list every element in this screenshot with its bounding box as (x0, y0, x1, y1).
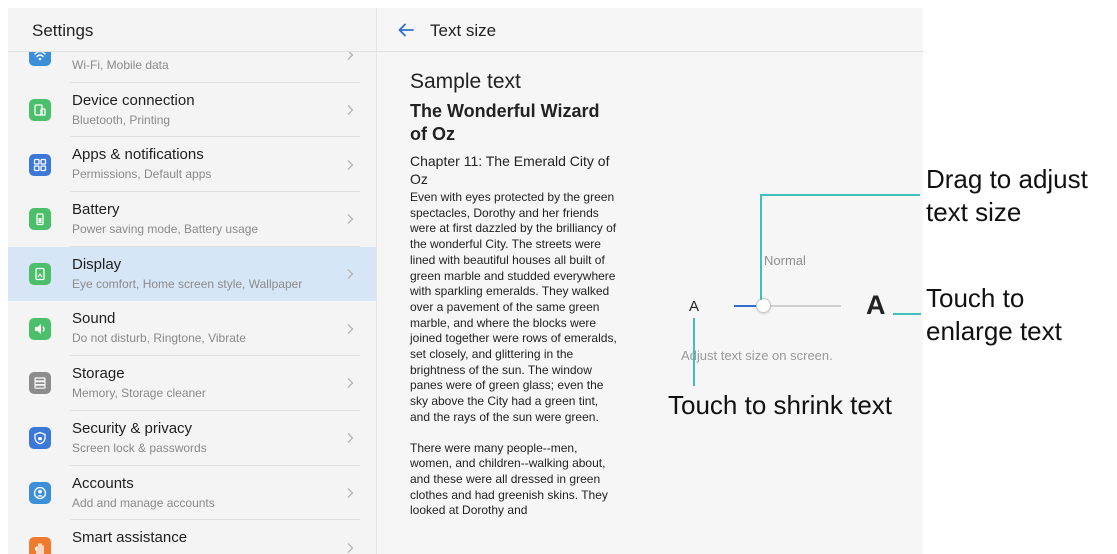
device-connection-icon (29, 99, 51, 122)
settings-item-title: Device connection (72, 91, 195, 109)
sample-heading: Sample text (410, 70, 521, 93)
page-title: Text size (430, 21, 497, 40)
settings-item[interactable]: Accounts Add and manage accounts (8, 466, 376, 521)
settings-item-title: Display (72, 255, 122, 273)
settings-item-title: Storage (72, 365, 125, 383)
text-size-header: Text size (377, 8, 924, 52)
chevron-right-icon (347, 378, 354, 389)
text-size-slider[interactable] (734, 298, 841, 313)
settings-item-subtitle: Wi-Fi, Mobile data (72, 58, 169, 72)
hand-icon (29, 536, 51, 554)
settings-item-title: Battery (72, 201, 120, 219)
drag-callout-line1: Drag to adjust (926, 164, 1088, 194)
shrink-callout-line (693, 318, 695, 386)
chevron-right-icon (347, 487, 354, 498)
settings-item-title: Smart assistance (72, 529, 188, 547)
back-arrow-icon[interactable] (397, 21, 415, 39)
settings-pane: Wi-Fi, Mobile data Device connection Bluet… (8, 8, 376, 554)
chevron-right-icon (347, 542, 354, 553)
chevron-right-icon (347, 159, 354, 170)
settings-item-title: Accounts (72, 474, 134, 492)
display-icon (29, 263, 51, 286)
drag-callout-line (760, 194, 762, 300)
settings-item[interactable]: Display Eye comfort, Home screen style, W… (8, 246, 376, 302)
settings-item[interactable]: Apps & notifications Permissions, Default… (8, 137, 376, 193)
settings-item-subtitle: Eye comfort, Home screen style, Wallpape… (72, 276, 303, 291)
slider-thumb[interactable] (755, 298, 771, 313)
text-size-pane: Text size Sample text The Wonderful Wiza… (376, 8, 924, 554)
chapter-title: Chapter 11: The Emerald City of Oz (410, 153, 610, 187)
sample-paragraph: There were many people--men, women, and … (410, 440, 608, 518)
settings-item[interactable]: Device connection Bluetooth, Printing (8, 83, 376, 138)
settings-item-title: Sound (72, 310, 116, 328)
settings-item-title: Security & privacy (72, 419, 193, 437)
drag-callout-line (760, 194, 920, 196)
settings-item-subtitle: Screen lock & passwords (72, 440, 207, 455)
chevron-right-icon (347, 433, 354, 444)
settings-item-subtitle: Do not disturb, Ringtone, Vibrate (72, 331, 246, 346)
shrink-text-button[interactable]: A (689, 298, 699, 315)
settings-list: Wi-Fi, Mobile data Device connection Bluet… (8, 28, 376, 554)
battery-icon (29, 208, 51, 231)
enlarge-text-button[interactable]: A (866, 290, 886, 321)
chevron-right-icon (347, 269, 354, 280)
settings-item-subtitle: Add and manage accounts (72, 495, 215, 510)
storage-icon (29, 372, 51, 395)
enlarge-callout: Touch to enlarge text (926, 282, 1062, 348)
drag-callout: Drag to adjust text size (926, 163, 1088, 229)
settings-item[interactable]: Sound Do not disturb, Ringtone, Vibrate (8, 301, 376, 357)
account-icon (29, 481, 51, 504)
shield-icon (29, 427, 51, 450)
hint-text: Adjust text size on screen. (681, 348, 833, 363)
sound-icon (29, 317, 51, 340)
chevron-right-icon (347, 105, 354, 115)
settings-title: Settings (32, 21, 94, 40)
settings-item-title: Apps & notifications (72, 146, 204, 164)
enlarge-callout-line2: enlarge text (926, 316, 1062, 346)
chevron-right-icon (347, 214, 354, 225)
settings-item[interactable]: Battery Power saving mode, Battery usage (8, 192, 376, 247)
settings-item-subtitle: Bluetooth, Printing (72, 112, 171, 127)
shrink-callout: Touch to shrink text (668, 390, 892, 420)
drag-callout-line2: text size (926, 197, 1022, 227)
settings-item-subtitle: Permissions, Default apps (72, 167, 212, 182)
sample-paragraph: Even with eyes protected by the green sp… (410, 190, 617, 424)
sample-text-area: Sample text The Wonderful Wizard of Oz C… (410, 70, 620, 534)
settings-header: Settings (8, 8, 376, 52)
settings-item[interactable]: Storage Memory, Storage cleaner (8, 356, 376, 411)
chevron-right-icon (347, 323, 354, 334)
enlarge-callout-line (893, 313, 921, 315)
apps-icon (29, 153, 51, 176)
settings-item-subtitle: Power saving mode, Battery usage (72, 222, 259, 237)
settings-item[interactable]: Security & privacy Screen lock & password… (8, 411, 376, 466)
enlarge-callout-line1: Touch to (926, 283, 1025, 313)
book-title: The Wonderful Wizard of Oz (410, 101, 600, 144)
text-size-level-label: Normal (764, 253, 806, 268)
settings-item-subtitle: Memory, Storage cleaner (72, 386, 206, 401)
settings-item[interactable]: Smart assistance (8, 520, 376, 554)
